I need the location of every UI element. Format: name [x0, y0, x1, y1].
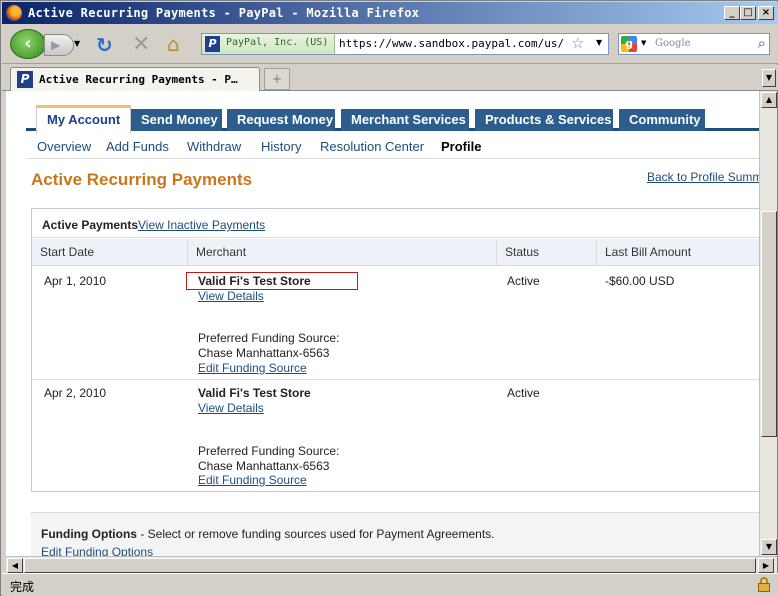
panel-title: Active Payments — [42, 218, 139, 232]
scroll-right-icon[interactable]: ▶ — [758, 558, 774, 573]
view-details-link[interactable]: View Details — [198, 401, 264, 415]
merchant-name: Valid Fi's Test Store — [198, 386, 311, 400]
status-text: 完成 — [10, 580, 35, 594]
tab-scroll-arrow-icon[interactable]: ▼ — [762, 69, 776, 87]
subnav-add-funds[interactable]: Add Funds — [106, 139, 169, 154]
page-content: My Account Send Money Request Money Merc… — [6, 91, 759, 556]
tab-my-account[interactable]: My Account — [36, 105, 131, 134]
search-placeholder: Google — [655, 38, 691, 49]
page-title: Active Recurring Payments — [31, 170, 253, 189]
table-row: Apr 1, 2010 Valid Fi's Test Store View D… — [32, 267, 759, 380]
table-row: Apr 2, 2010 Valid Fi's Test Store View D… — [32, 380, 759, 492]
table-header: Start Date Merchant Status Last Bill Amo… — [32, 239, 759, 266]
active-payments-panel: Active Payments View Inactive Payments S… — [31, 208, 759, 492]
home-icon[interactable]: ⌂ — [167, 32, 180, 56]
browser-tab[interactable]: P Active Recurring Payments - P… — [10, 67, 260, 91]
column-header-status: Status — [497, 239, 597, 266]
tab-request-money[interactable]: Request Money — [227, 109, 335, 131]
forward-button[interactable]: ▶ — [44, 34, 74, 56]
search-engine-dropdown-icon[interactable]: ▼ — [641, 39, 646, 47]
url-dropdown-icon[interactable]: ▼ — [596, 38, 602, 47]
tab-title: Active Recurring Payments - P… — [39, 73, 238, 86]
history-dropdown-icon[interactable]: ▼ — [74, 39, 80, 48]
back-to-profile-link[interactable]: Back to Profile Summ — [647, 170, 759, 184]
column-header-start-date: Start Date — [32, 239, 188, 266]
funding-source-value: Chase Manhattanx-6563 — [198, 346, 330, 360]
scroll-left-icon[interactable]: ◀ — [7, 558, 23, 573]
edit-funding-options-link[interactable]: Edit Funding Options — [41, 545, 153, 556]
tab-send-money[interactable]: Send Money — [131, 109, 222, 131]
browser-window: Active Recurring Payments - PayPal - Moz… — [0, 0, 778, 596]
close-button[interactable]: × — [758, 6, 774, 20]
horizontal-scrollbar[interactable]: ◀ ▶ — [6, 556, 777, 573]
search-icon[interactable]: ⌕ — [758, 34, 766, 52]
edit-funding-source-link[interactable]: Edit Funding Source — [198, 361, 307, 375]
scroll-up-icon[interactable]: ▲ — [761, 92, 777, 108]
start-date: Apr 2, 2010 — [44, 386, 107, 400]
funding-options-section: Funding Options - Select or remove fundi… — [31, 512, 759, 556]
site-identity-button[interactable]: P PayPal, Inc. (US) — [202, 34, 335, 54]
window-title: Active Recurring Payments - PayPal - Moz… — [28, 6, 420, 20]
funding-options-description: - Select or remove funding sources used … — [136, 527, 495, 541]
scrollbar-thumb[interactable] — [761, 211, 777, 437]
site-identity-label: PayPal, Inc. (US) — [226, 37, 329, 48]
subnav-history[interactable]: History — [261, 139, 301, 154]
view-details-link[interactable]: View Details — [198, 289, 264, 303]
google-icon[interactable]: g — [621, 36, 637, 52]
vertical-scrollbar[interactable]: ▲ ▼ — [759, 91, 777, 556]
subnav-resolution-center[interactable]: Resolution Center — [320, 139, 424, 154]
paypal-favicon-icon: P — [17, 71, 33, 88]
view-inactive-payments-link[interactable]: View Inactive Payments — [138, 218, 265, 232]
funding-source-label: Preferred Funding Source: — [198, 331, 340, 345]
arrow-left-icon: ‹ — [24, 33, 32, 54]
firefox-icon — [6, 5, 22, 21]
minimize-button[interactable]: _ — [724, 6, 740, 20]
title-bar: Active Recurring Payments - PayPal - Moz… — [2, 2, 778, 24]
panel-header: Active Payments View Inactive Payments — [32, 209, 759, 238]
paypal-favicon-icon: P — [205, 36, 220, 52]
scroll-down-icon[interactable]: ▼ — [761, 539, 777, 555]
edit-funding-source-link[interactable]: Edit Funding Source — [198, 473, 307, 487]
paypal-main-nav: My Account Send Money Request Money Merc… — [26, 105, 759, 134]
column-header-merchant: Merchant — [188, 239, 497, 266]
merchant-name: Valid Fi's Test Store — [198, 274, 311, 288]
new-tab-button[interactable]: + — [264, 68, 290, 90]
scrollbar-thumb[interactable] — [24, 558, 756, 573]
tab-strip: P Active Recurring Payments - P… + ▼ — [2, 65, 778, 91]
bookmark-star-icon[interactable]: ☆ — [571, 34, 584, 52]
stop-icon[interactable]: ✕ — [132, 32, 150, 57]
tab-products-services[interactable]: Products & Services — [475, 109, 613, 131]
url-text[interactable]: https://www.sandbox.paypal.com/us/cgi- — [339, 37, 565, 50]
funding-source-label: Preferred Funding Source: — [198, 444, 340, 458]
tab-merchant-services[interactable]: Merchant Services — [341, 109, 469, 131]
last-bill-amount: -$60.00 USD — [605, 274, 675, 288]
lock-icon[interactable] — [758, 577, 770, 592]
funding-options-title: Funding Options — [41, 527, 137, 541]
column-header-last-bill-amount: Last Bill Amount — [605, 245, 692, 259]
maximize-button[interactable]: □ — [740, 6, 756, 20]
navigation-toolbar: ‹ ▶ ▼ ↻ ✕ ⌂ P PayPal, Inc. (US) https://… — [2, 24, 778, 64]
subnav-withdraw[interactable]: Withdraw — [187, 139, 241, 154]
status-value: Active — [507, 274, 540, 288]
subnav-overview[interactable]: Overview — [37, 139, 91, 154]
status-bar: 完成 — [2, 573, 778, 596]
reload-icon[interactable]: ↻ — [96, 33, 113, 57]
paypal-sub-nav: Overview Add Funds Withdraw History Reso… — [26, 135, 759, 159]
url-bar[interactable]: P PayPal, Inc. (US) https://www.sandbox.… — [201, 33, 609, 55]
back-button[interactable]: ‹ — [10, 29, 46, 59]
search-box[interactable]: g ▼ Google ⌕ — [618, 33, 770, 55]
start-date: Apr 1, 2010 — [44, 274, 107, 288]
funding-source-value: Chase Manhattanx-6563 — [198, 459, 330, 473]
funding-options-text: Funding Options - Select or remove fundi… — [41, 527, 495, 541]
subnav-profile[interactable]: Profile — [441, 139, 481, 154]
tab-community[interactable]: Community — [619, 109, 705, 131]
status-value: Active — [507, 386, 540, 400]
arrow-right-icon: ▶ — [51, 38, 61, 52]
